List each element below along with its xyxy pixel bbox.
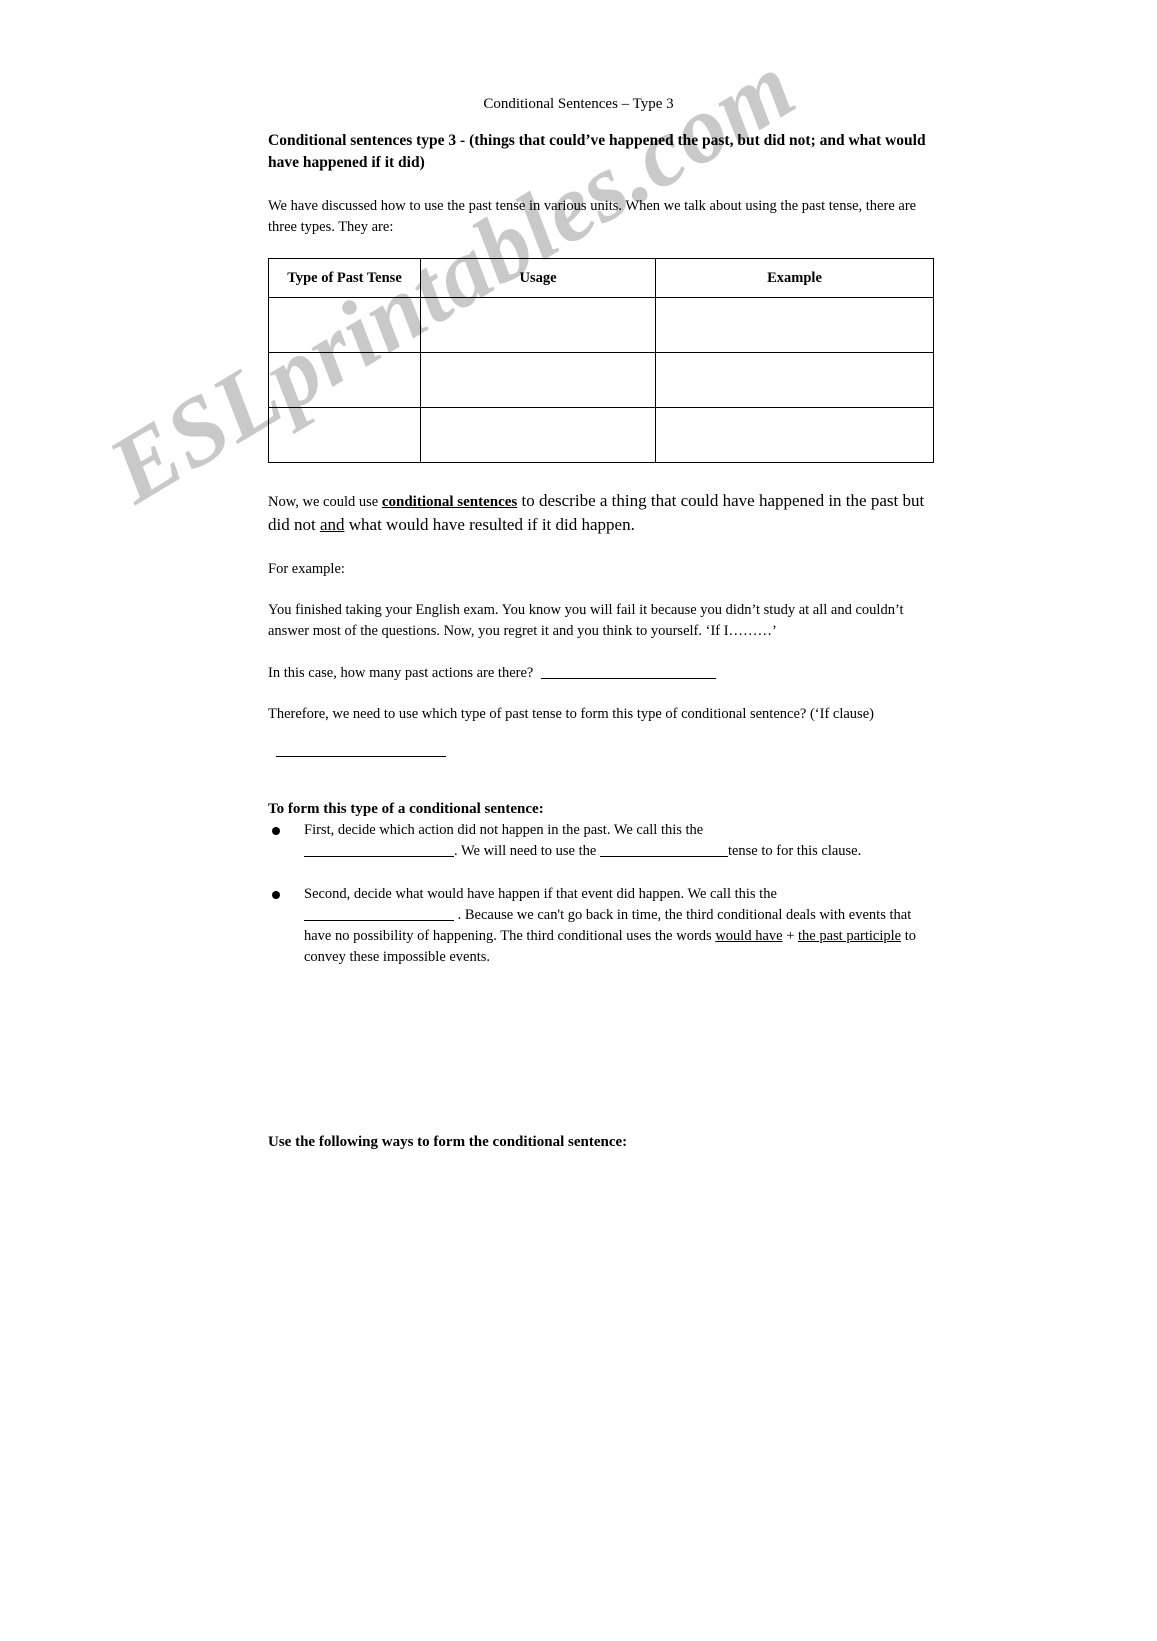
question-which-tense: Therefore, we need to use which type of …: [268, 705, 874, 722]
table-header-row: Type of Past Tense Usage Example: [268, 258, 934, 299]
answer-blank-which-tense[interactable]: [276, 755, 446, 757]
would-have-emphasis: would have: [715, 927, 783, 944]
page-title: Conditional sentences type 3 - (things t…: [268, 132, 926, 171]
conditional-tail-text: what would have resulted if it did happe…: [344, 515, 635, 535]
bullet-dot-icon: [272, 826, 280, 835]
closing-heading: Use the following ways to form the condi…: [268, 1134, 628, 1150]
intro-paragraph: We have discussed how to use the past te…: [268, 198, 917, 236]
list-item-first: First, decide which action did not happe…: [268, 820, 933, 862]
conditional-sentences-term: conditional sentences: [381, 494, 518, 511]
column-header-usage: Usage: [420, 258, 656, 299]
cell-usage[interactable]: [420, 352, 656, 409]
cell-usage[interactable]: [420, 407, 656, 464]
answer-blank-past-actions[interactable]: [540, 677, 716, 679]
bullet-one-part2: . We will need to use the: [454, 842, 597, 859]
cell-example[interactable]: [655, 407, 934, 464]
answer-blank-tense-name[interactable]: [599, 855, 728, 857]
answer-blank-main-clause-name[interactable]: [304, 919, 454, 921]
cell-usage[interactable]: [420, 297, 656, 354]
cell-type[interactable]: [268, 407, 421, 464]
main-text-column: Conditional sentences type 3 - (things t…: [268, 130, 934, 990]
question-past-actions: In this case, how many past actions are …: [268, 663, 933, 684]
bullet-dot-icon: [272, 890, 280, 899]
table-row[interactable]: [268, 407, 934, 464]
bullet-two-part1: Second, decide what would have happen if…: [304, 885, 777, 902]
table-row[interactable]: [268, 352, 934, 409]
cell-example[interactable]: [655, 352, 934, 409]
form-conditional-heading: To form this type of a conditional sente…: [268, 800, 544, 817]
question-past-actions-text: In this case, how many past actions are …: [268, 664, 534, 681]
answer-blank-if-clause-name[interactable]: [304, 855, 454, 857]
bullet-one-part3: tense to for this clause.: [727, 842, 862, 859]
running-head: Conditional Sentences – Type 3: [483, 96, 674, 112]
cell-example[interactable]: [655, 297, 934, 354]
cell-type[interactable]: [268, 352, 421, 409]
worksheet-page: ESLprintables.com Conditional Sentences …: [0, 0, 1157, 1641]
past-tense-table: Type of Past Tense Usage Example: [268, 258, 934, 464]
table-row[interactable]: [268, 297, 934, 354]
list-item-second: Second, decide what would have happen if…: [268, 884, 933, 968]
formation-bullet-list: First, decide which action did not happe…: [268, 820, 933, 968]
column-header-example: Example: [655, 258, 934, 299]
for-example-label: For example:: [268, 561, 345, 578]
past-participle-emphasis: the past participle: [798, 927, 902, 944]
bullet-one-part1: First, decide which action did not happe…: [304, 821, 704, 838]
conditional-definition-paragraph: Now, we could use conditional sentences …: [268, 489, 933, 537]
cell-type[interactable]: [268, 297, 421, 354]
example-scenario-text: You finished taking your English exam. Y…: [268, 602, 904, 640]
plus-sign: +: [782, 927, 798, 944]
column-header-type: Type of Past Tense: [268, 258, 421, 299]
and-emphasis: and: [319, 515, 345, 535]
conditional-lead-text: Now, we could use: [268, 494, 382, 511]
